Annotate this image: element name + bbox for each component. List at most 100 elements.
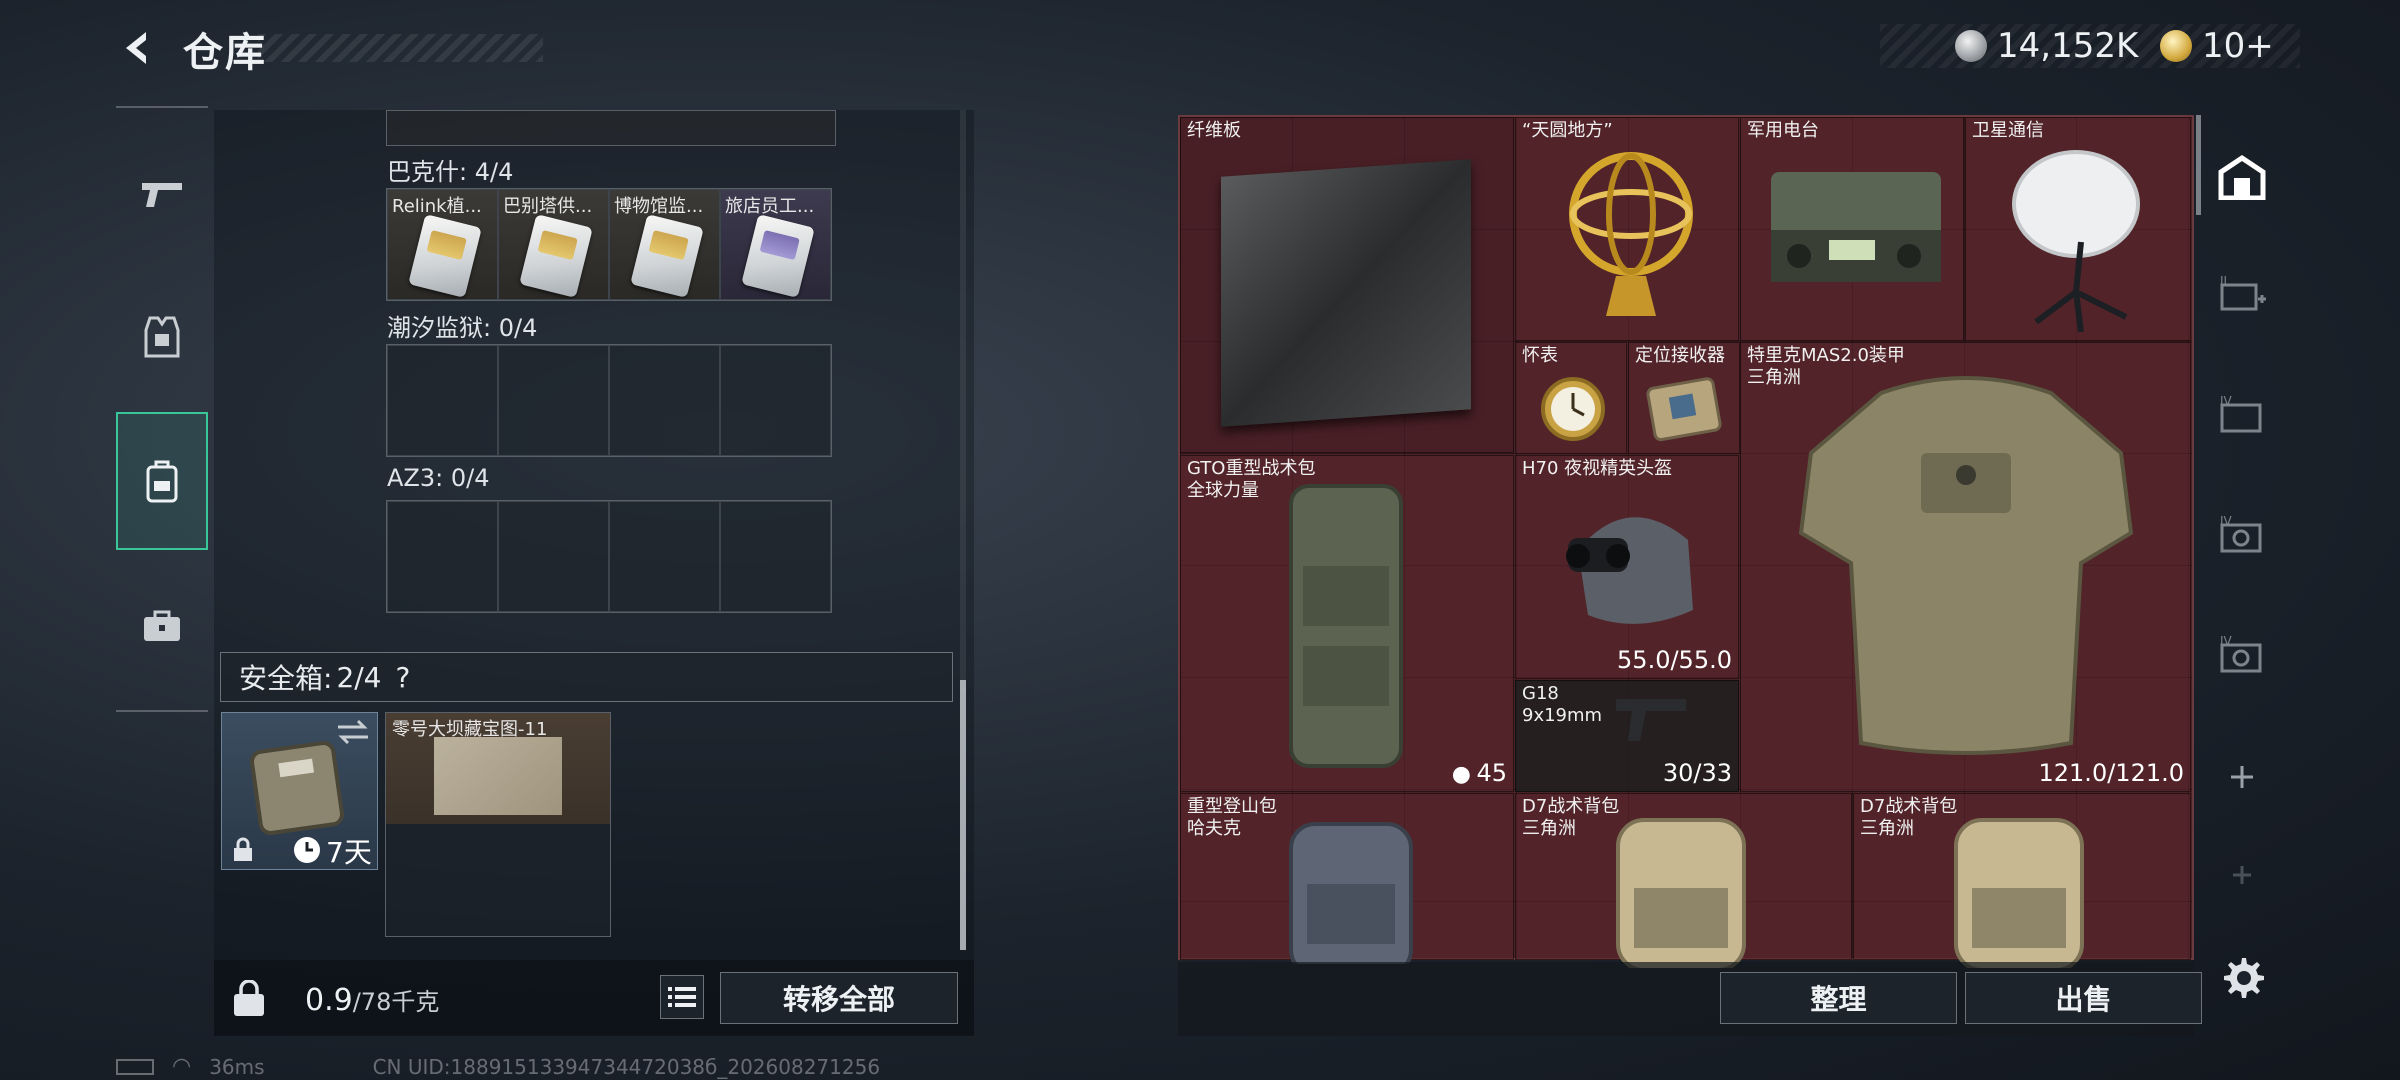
keycard-slot[interactable]: 旅店员工... bbox=[720, 189, 831, 300]
backpack-scroll-thumb[interactable] bbox=[960, 680, 966, 950]
storage-item[interactable]: “天圆地方” bbox=[1515, 117, 1739, 341]
item-name: 定位接收器 bbox=[1635, 345, 1725, 366]
empty-slot[interactable] bbox=[720, 345, 831, 456]
section-label-bakshi: 巴克什: 4/4 bbox=[387, 158, 514, 186]
nav-backpack[interactable] bbox=[116, 412, 208, 550]
armillary-sphere-icon bbox=[1569, 152, 1693, 316]
storage-tab-iv-b[interactable]: IV bbox=[2214, 507, 2270, 563]
storage-item[interactable]: D7战术背包 三角洲 bbox=[1853, 793, 2191, 968]
back-button[interactable] bbox=[112, 22, 164, 74]
safebox-count: 2/4 bbox=[336, 660, 382, 694]
storage-tab-nav: II IV IV IV bbox=[2200, 115, 2284, 955]
add-storage-tab[interactable] bbox=[2214, 749, 2270, 805]
safebox-icon bbox=[249, 740, 345, 836]
military-radio-icon bbox=[1771, 172, 1941, 282]
weight-display: 0.9/78千克 bbox=[305, 982, 439, 1018]
status-bar: ◠ 36ms CN UID:18891513394734472038б_2026… bbox=[116, 1054, 880, 1079]
keycard-name: 旅店员工... bbox=[725, 196, 815, 217]
keycard-name: 博物馆监... bbox=[614, 196, 704, 217]
prev-section-row bbox=[386, 110, 836, 146]
item-name: D7战术背包 bbox=[1522, 796, 1620, 817]
keycard-slot[interactable]: 巴别塔供... bbox=[498, 189, 609, 300]
list-icon bbox=[668, 987, 696, 1007]
back-arrow-icon bbox=[126, 32, 146, 64]
weight-lock-icon bbox=[234, 980, 264, 1016]
storage-item[interactable]: 卫星通信 bbox=[1965, 117, 2191, 341]
settings-button[interactable] bbox=[2216, 950, 2272, 1006]
keycard-icon bbox=[630, 214, 704, 298]
title-decoration bbox=[258, 34, 543, 62]
item-capacity: 45 bbox=[1476, 759, 1507, 787]
heavy-backpack-icon bbox=[1289, 822, 1413, 964]
nav-weapons[interactable] bbox=[116, 146, 208, 242]
keycard-icon bbox=[519, 214, 593, 298]
storage-item[interactable]: 定位接收器 bbox=[1628, 342, 1740, 454]
sell-button[interactable]: 出售 bbox=[1965, 972, 2202, 1024]
treasure-map-icon bbox=[434, 737, 562, 815]
storage-item[interactable]: 特里克MAS2.0装甲 三角洲 121.0/121.0 bbox=[1740, 342, 2191, 792]
tide-prison-card-grid bbox=[386, 344, 832, 457]
map-item-name: 零号大坝藏宝图-11 bbox=[392, 719, 548, 740]
tab-iv-a-icon: IV bbox=[2220, 395, 2262, 433]
nav-armor[interactable] bbox=[116, 290, 208, 386]
map-item-slot[interactable]: 零号大坝藏宝图-11 bbox=[386, 713, 610, 824]
storage-tab-iv-a[interactable]: IV bbox=[2214, 387, 2270, 443]
currency-gold[interactable]: 10+ bbox=[2160, 26, 2274, 66]
item-durability: 55.0/55.0 bbox=[1617, 646, 1732, 674]
keycard-slot[interactable]: 博物馆监... bbox=[609, 189, 720, 300]
item-name: 卫星通信 bbox=[1972, 120, 2044, 141]
safebox-slot[interactable]: 7天 bbox=[221, 712, 378, 870]
storage-item[interactable]: 军用电台 bbox=[1740, 117, 1964, 341]
storage-tab-ii[interactable]: II bbox=[2214, 267, 2270, 323]
transfer-all-button[interactable]: 转移全部 bbox=[720, 972, 958, 1024]
help-icon[interactable]: ? bbox=[396, 661, 411, 694]
battery-icon bbox=[116, 1058, 154, 1075]
nav-case[interactable] bbox=[116, 578, 208, 674]
wifi-icon: ◠ bbox=[172, 1054, 192, 1079]
empty-slot[interactable] bbox=[387, 501, 498, 612]
storage-home-tab[interactable] bbox=[2214, 149, 2270, 205]
keycard-slot[interactable]: Relink植... bbox=[387, 189, 498, 300]
settings-icon bbox=[2224, 958, 2264, 998]
add-icon-faded bbox=[2233, 866, 2251, 884]
pistol-icon bbox=[142, 183, 182, 207]
bakshi-card-grid: Relink植... 巴别塔供... 博物馆监... 旅店员工... bbox=[386, 188, 832, 301]
storage-item[interactable]: H70 夜视精英头盔 55.0/55.0 bbox=[1515, 455, 1739, 679]
safebox-label: 安全箱: bbox=[239, 662, 333, 695]
item-name: H70 夜视精英头盔 bbox=[1522, 458, 1673, 479]
add-storage-tab-disabled bbox=[2214, 847, 2270, 903]
item-brand: 哈夫克 bbox=[1187, 818, 1241, 839]
list-view-button[interactable] bbox=[660, 975, 704, 1019]
empty-slot[interactable] bbox=[498, 501, 609, 612]
empty-slot[interactable] bbox=[720, 501, 831, 612]
tab-ii-icon: II bbox=[2220, 275, 2266, 311]
currency-silver[interactable]: 14,152K bbox=[1955, 26, 2138, 66]
svg-text:IV: IV bbox=[2220, 635, 2233, 648]
d7-backpack-icon bbox=[1954, 818, 2084, 968]
storage-tab-iv-c[interactable]: IV bbox=[2214, 627, 2270, 683]
category-nav bbox=[116, 106, 208, 712]
storage-item[interactable]: D7战术背包 三角洲 bbox=[1515, 793, 1852, 968]
storage-item[interactable]: G18 9x19mm 30/33 bbox=[1515, 680, 1739, 792]
item-ammo: 30/33 bbox=[1662, 759, 1732, 787]
weight-max: /78千克 bbox=[352, 988, 440, 1016]
empty-slot[interactable] bbox=[609, 345, 720, 456]
pocket-watch-icon bbox=[1541, 377, 1605, 441]
safebox-grid: 零号大坝藏宝图-11 bbox=[385, 712, 611, 937]
sort-button[interactable]: 整理 bbox=[1720, 972, 1957, 1024]
empty-slot[interactable] bbox=[498, 345, 609, 456]
keycard-name: 巴别塔供... bbox=[503, 196, 593, 217]
tactical-bag-icon bbox=[1289, 484, 1403, 768]
night-vision-helmet-icon bbox=[1566, 517, 1693, 624]
section-label-az3: AZ3: 0/4 bbox=[387, 464, 490, 492]
storage-item[interactable]: 重型登山包 哈夫克 bbox=[1180, 793, 1514, 964]
swap-icon[interactable] bbox=[336, 719, 370, 745]
storage-item[interactable]: GTO重型战术包 全球力量 ● 45 bbox=[1180, 455, 1514, 792]
empty-slot[interactable] bbox=[609, 501, 720, 612]
item-name: 重型登山包 bbox=[1187, 796, 1277, 817]
tab-iv-c-icon: IV bbox=[2220, 635, 2262, 673]
storage-item[interactable]: 怀表 bbox=[1515, 342, 1627, 454]
storage-item[interactable]: 纤维板 bbox=[1180, 117, 1514, 453]
item-name: 怀表 bbox=[1522, 345, 1558, 366]
empty-slot[interactable] bbox=[387, 345, 498, 456]
